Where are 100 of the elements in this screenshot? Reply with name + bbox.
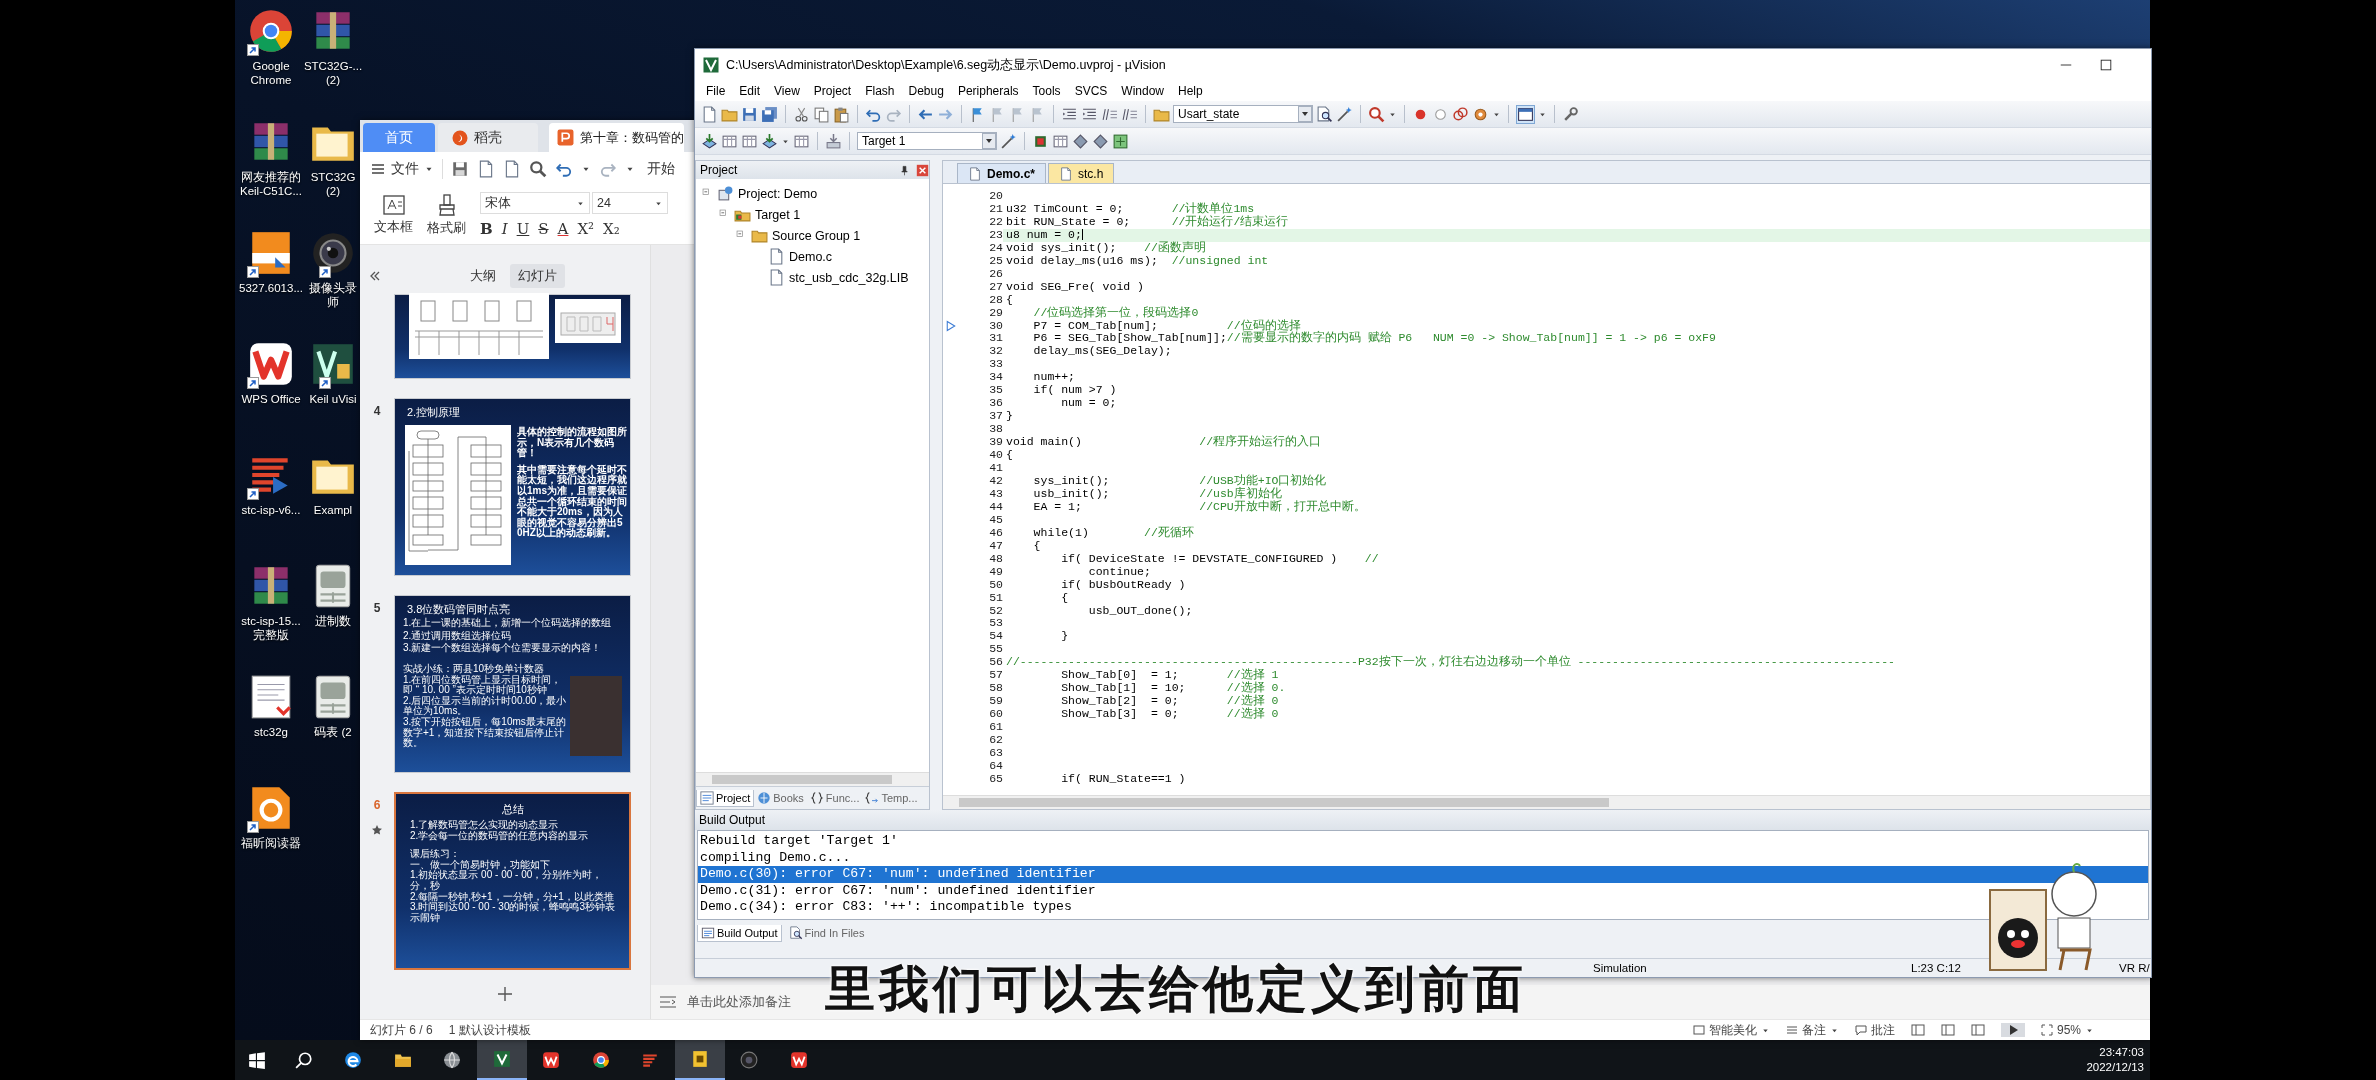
panel-tab[interactable]: Find In Files xyxy=(785,925,868,941)
format-button[interactable]: X² xyxy=(577,220,595,238)
circles-icon[interactable] xyxy=(1452,105,1469,123)
start-tab[interactable]: 开始 xyxy=(647,160,675,178)
panel-tab[interactable]: Books xyxy=(754,790,807,806)
desktop-shortcut[interactable]: Keil uVisi xyxy=(307,339,359,450)
diamond-icon[interactable] xyxy=(1092,132,1109,150)
file-tab[interactable]: Demo.c* xyxy=(957,163,1047,183)
file-tab[interactable]: stc.h xyxy=(1048,163,1115,183)
pin-icon[interactable] xyxy=(899,164,910,176)
build-icon[interactable] xyxy=(701,132,718,150)
menu-item[interactable]: SVCS xyxy=(1067,84,1115,98)
find-in-files-icon[interactable] xyxy=(1316,105,1333,123)
menu-item[interactable]: Flash xyxy=(858,84,902,98)
file-menu[interactable]: 文件 xyxy=(370,160,434,178)
menu-item[interactable]: Debug xyxy=(901,84,951,98)
magnifier-icon[interactable] xyxy=(1368,105,1385,123)
format-painter-tool[interactable]: 格式刷 xyxy=(427,193,466,237)
save-all-icon[interactable] xyxy=(761,105,778,123)
output-line[interactable]: Rebuild target 'Target 1' xyxy=(698,833,2148,850)
desktop-shortcut[interactable]: Exampl xyxy=(307,450,359,561)
wrench-icon[interactable] xyxy=(1562,105,1579,123)
menu-item[interactable]: File xyxy=(699,84,733,98)
zoom-level[interactable]: 95% xyxy=(2040,1023,2094,1037)
app-tab[interactable]: 第十章：数码管的 xyxy=(549,123,684,152)
output-line[interactable]: Demo.c(34): error C83: '++': incompatible types xyxy=(698,899,2148,916)
wand-icon[interactable] xyxy=(1000,132,1017,150)
diamond-icon[interactable] xyxy=(1072,132,1089,150)
format-button[interactable]: S xyxy=(538,220,549,238)
desktop-shortcut[interactable]: STC32G-... (2) xyxy=(307,6,359,117)
menu-item[interactable]: Help xyxy=(1171,84,1210,98)
magnifier-icon[interactable] xyxy=(529,160,547,178)
notes-button[interactable]: 备注 xyxy=(1785,1021,1839,1039)
menu-item[interactable]: Project xyxy=(806,84,859,98)
desktop-shortcut[interactable]: 码表 (2 xyxy=(307,672,359,783)
play-button[interactable] xyxy=(2000,1023,2025,1037)
panel-tab[interactable]: Build Output xyxy=(697,924,782,942)
format-button[interactable]: I xyxy=(501,220,508,238)
font-size-dropdown[interactable]: 24 xyxy=(592,192,668,214)
desktop-shortcut[interactable]: stc-isp-15... 完整版 xyxy=(235,561,307,672)
paste-icon[interactable] xyxy=(833,105,850,123)
desktop-shortcut[interactable]: WPS Office xyxy=(235,339,307,450)
tree-item[interactable]: Target 1 xyxy=(755,207,801,222)
wand-icon[interactable] xyxy=(1336,105,1353,123)
desktop-shortcut[interactable]: STC32G (2) xyxy=(307,117,359,228)
desktop-shortcut[interactable]: 网友推荐的 Keil-C51C... xyxy=(235,117,307,228)
stack-icon[interactable] xyxy=(1112,132,1129,150)
scissors-icon[interactable] xyxy=(793,105,810,123)
format-button[interactable]: B xyxy=(480,220,493,238)
slide-thumbnail[interactable]: 3.8位数码管同时点亮 1.在上一课的基础上，新增一个位码选择的数组 2.通过调用数组选择位码 3.新建一个数组选择每个位需要显示的内容！ 实战小练：两县10秒免单计数器 1.在前四位数码管上显示目标时间，即 “ 10. 00 ”表示定时时间10秒钟 2.后四位显示当前的计时00.00，最小单位为10ms。 3.按下开始按钮后，每10ms最末尾的数字+1，知道按下结束按钮后停止计数。 xyxy=(394,595,631,773)
panel-tab[interactable]: Temp... xyxy=(862,790,921,806)
desktop-shortcut[interactable]: 福昕阅读器 xyxy=(235,783,307,894)
format-button[interactable]: A xyxy=(557,220,569,238)
copy-icon[interactable] xyxy=(813,105,830,123)
save-icon[interactable] xyxy=(741,105,758,123)
panel-tab[interactable]: Project xyxy=(696,789,755,807)
output-line[interactable]: compiling Demo.c... xyxy=(698,849,2148,866)
reading-view-icon[interactable] xyxy=(1970,1024,1985,1036)
output-line[interactable]: Demo.c(31): error C67: 'num': undefined identifier xyxy=(698,882,2148,899)
document-icon[interactable] xyxy=(477,160,495,178)
document-icon[interactable] xyxy=(503,160,521,178)
tree-item[interactable]: Project: Demo xyxy=(738,186,818,201)
build-icon[interactable] xyxy=(761,132,778,150)
tree-item[interactable]: Source Group 1 xyxy=(772,228,861,243)
panel-tab[interactable]: 幻灯片 xyxy=(510,264,565,288)
menu-item[interactable]: View xyxy=(767,84,807,98)
format-button[interactable]: U xyxy=(516,220,530,238)
menu-item[interactable]: Tools xyxy=(1025,84,1068,98)
collapse-panel-icon[interactable] xyxy=(368,269,382,283)
slide-sorter-icon[interactable] xyxy=(1940,1024,1955,1036)
textbox-tool[interactable]: 文本框 xyxy=(374,194,413,236)
taskbar-button[interactable] xyxy=(477,1040,527,1080)
slide-thumbnail[interactable]: 总结 1.了解数码管怎么实现的动态显示 2.学会每一位的数码管的任意内容的显示 课后练习： 一、做一个简易时钟，功能如下 1.初始状态显示 00 - 00 - 00，分别作为时，分，秒 2.每隔一秒钟,秒+1，一分钟，分+1，以此类推 3.时间到达00 - 00 - 30的时候，蜂鸣鸣3秒钟表示闹钟 xyxy=(394,792,631,970)
download-icon[interactable] xyxy=(825,132,842,150)
taskbar-button[interactable] xyxy=(675,1040,725,1080)
document-icon[interactable] xyxy=(701,105,718,123)
panel-tab[interactable]: 大纲 xyxy=(462,264,504,288)
font-dropdown[interactable]: 宋体 xyxy=(480,192,590,214)
add-slide-icon[interactable] xyxy=(497,986,513,1002)
beautify-button[interactable]: 智能美化 xyxy=(1692,1021,1770,1039)
desktop-shortcut[interactable]: 5327.6013... xyxy=(235,228,307,339)
desktop-shortcut[interactable]: stc-isp-v6... xyxy=(235,450,307,561)
horizontal-scrollbar[interactable] xyxy=(696,772,929,786)
save-icon[interactable] xyxy=(451,160,469,178)
tree-item[interactable]: Demo.c xyxy=(789,249,833,264)
target-dropdown[interactable]: Target 1 xyxy=(857,132,997,150)
desktop-shortcut[interactable]: stc32g xyxy=(235,672,307,783)
window-icon[interactable] xyxy=(1516,104,1535,124)
tree-item[interactable]: stc_usb_cdc_32g.LIB xyxy=(789,270,909,285)
horizontal-scrollbar[interactable] xyxy=(943,795,2150,809)
notes-placeholder[interactable]: 单击此处添加备注 xyxy=(687,993,791,1011)
menu-item[interactable]: Edit xyxy=(732,84,768,98)
app-tab[interactable]: 稻壳 xyxy=(438,123,538,152)
desktop-shortcut[interactable]: 进制数 xyxy=(307,561,359,672)
comments-button[interactable]: 批注 xyxy=(1854,1021,1895,1039)
maximize-icon[interactable] xyxy=(2099,58,2113,72)
menu-item[interactable]: Peripherals xyxy=(950,84,1026,98)
panel-tab[interactable]: Func... xyxy=(806,790,863,806)
menu-item[interactable]: Window xyxy=(1114,84,1171,98)
slide-thumbnail[interactable] xyxy=(394,294,631,379)
